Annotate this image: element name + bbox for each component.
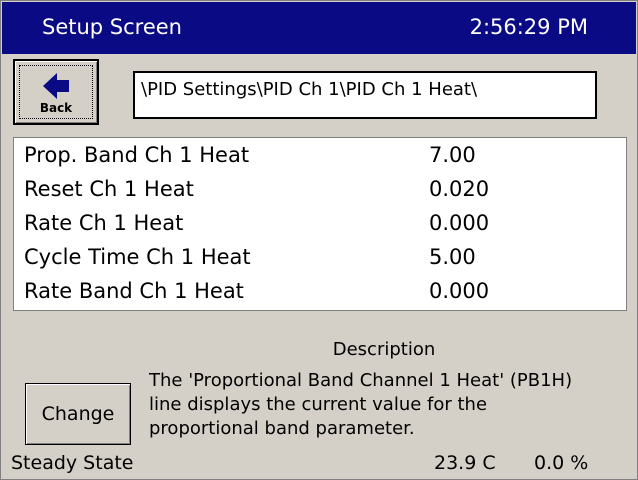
parameter-value: 0.000 bbox=[429, 279, 490, 303]
description-line: The 'Proportional Band Channel 1 Heat' (… bbox=[149, 370, 573, 391]
status-temperature: 23.9 C bbox=[434, 452, 496, 474]
parameter-value: 0.020 bbox=[429, 177, 490, 201]
parameter-value: 5.00 bbox=[429, 245, 476, 269]
left-arrow-icon bbox=[43, 73, 69, 99]
description-text: The 'Proportional Band Channel 1 Heat' (… bbox=[149, 369, 629, 441]
parameter-list: Prop. Band Ch 1 Heat 7.00 Reset Ch 1 Hea… bbox=[13, 137, 627, 311]
list-item[interactable]: Reset Ch 1 Heat 0.020 bbox=[14, 172, 626, 206]
list-item[interactable]: Cycle Time Ch 1 Heat 5.00 bbox=[14, 240, 626, 274]
list-item[interactable]: Prop. Band Ch 1 Heat 7.00 bbox=[14, 138, 626, 172]
parameter-name: Reset Ch 1 Heat bbox=[24, 177, 194, 201]
back-button-label: Back bbox=[39, 101, 73, 115]
clock: 2:56:29 PM bbox=[469, 15, 588, 39]
description-line: proportional band parameter. bbox=[149, 418, 415, 439]
setup-window: Setup Screen 2:56:29 PM Back \PID Settin… bbox=[0, 0, 638, 480]
title-bar: Setup Screen 2:56:29 PM bbox=[2, 2, 636, 54]
back-button[interactable]: Back bbox=[13, 59, 99, 125]
parameter-name: Rate Band Ch 1 Heat bbox=[24, 279, 244, 303]
description-line: line displays the current value for the bbox=[149, 394, 488, 415]
change-button[interactable]: Change bbox=[25, 383, 131, 445]
parameter-value: 7.00 bbox=[429, 143, 476, 167]
description-heading: Description bbox=[332, 339, 436, 360]
screen-title: Setup Screen bbox=[42, 15, 182, 39]
parameter-name: Cycle Time Ch 1 Heat bbox=[24, 245, 251, 269]
list-item[interactable]: Rate Ch 1 Heat 0.000 bbox=[14, 206, 626, 240]
parameter-name: Rate Ch 1 Heat bbox=[24, 211, 184, 235]
breadcrumb-path: \PID Settings\PID Ch 1\PID Ch 1 Heat\ bbox=[133, 71, 597, 119]
list-item[interactable]: Rate Band Ch 1 Heat 0.000 bbox=[14, 274, 626, 308]
parameter-name: Prop. Band Ch 1 Heat bbox=[24, 143, 250, 167]
status-percent: 0.0 % bbox=[534, 452, 589, 474]
parameter-value: 0.000 bbox=[429, 211, 490, 235]
status-state: Steady State bbox=[11, 452, 134, 474]
